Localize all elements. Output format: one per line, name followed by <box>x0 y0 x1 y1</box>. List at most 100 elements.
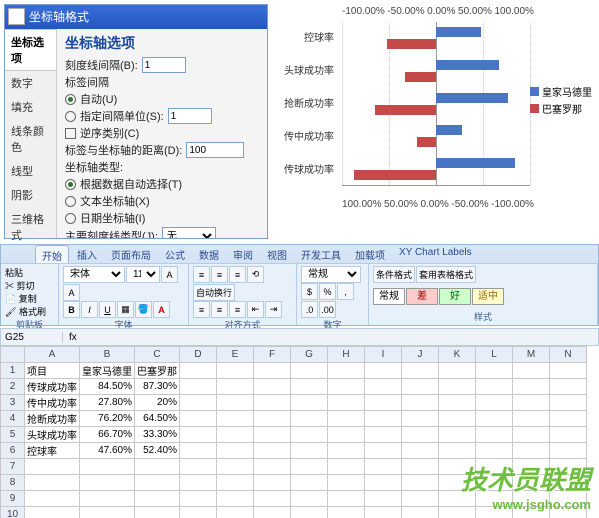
cell[interactable]: 52.40% <box>135 443 180 459</box>
cell[interactable] <box>439 427 476 443</box>
cell[interactable]: 传球成功率 <box>25 379 80 395</box>
align-mid-button[interactable]: ≡ <box>211 266 228 283</box>
cell[interactable] <box>550 443 587 459</box>
cell[interactable] <box>439 491 476 507</box>
cell[interactable]: 76.20% <box>80 411 135 427</box>
cell[interactable] <box>217 379 254 395</box>
cell[interactable] <box>550 491 587 507</box>
bar-segment[interactable] <box>436 27 481 37</box>
format-painter-button[interactable]: 格式刷 <box>19 307 46 317</box>
cell[interactable] <box>476 395 513 411</box>
cell[interactable]: 头球成功率 <box>25 427 80 443</box>
cell[interactable] <box>217 507 254 518</box>
radio-specify[interactable] <box>65 111 76 122</box>
cell-style-bad[interactable]: 差 <box>406 288 438 305</box>
cell[interactable] <box>550 411 587 427</box>
ribbon-tab-view[interactable]: 视图 <box>261 245 293 263</box>
radio-text-axis[interactable] <box>65 196 76 207</box>
cell[interactable] <box>25 475 80 491</box>
cell[interactable] <box>365 475 402 491</box>
cell[interactable] <box>180 491 217 507</box>
cell[interactable] <box>402 363 439 379</box>
cell[interactable] <box>180 395 217 411</box>
cell[interactable] <box>291 507 328 518</box>
cell[interactable] <box>550 363 587 379</box>
cell[interactable] <box>402 475 439 491</box>
cell[interactable] <box>402 395 439 411</box>
tick-interval-input[interactable] <box>142 57 186 73</box>
cell[interactable] <box>180 363 217 379</box>
cell[interactable] <box>25 491 80 507</box>
align-left-button[interactable]: ≡ <box>193 301 210 318</box>
cell[interactable] <box>439 379 476 395</box>
fill-color-button[interactable]: 🪣 <box>135 301 152 318</box>
cell[interactable] <box>402 507 439 518</box>
cell[interactable] <box>254 427 291 443</box>
cell[interactable] <box>254 475 291 491</box>
cell[interactable] <box>365 427 402 443</box>
cell[interactable] <box>550 459 587 475</box>
cell[interactable] <box>328 379 365 395</box>
cell[interactable] <box>476 379 513 395</box>
cell[interactable]: 27.80% <box>80 395 135 411</box>
cell[interactable] <box>513 427 550 443</box>
radio-date-axis[interactable] <box>65 213 76 224</box>
cell[interactable] <box>217 411 254 427</box>
cell[interactable] <box>180 443 217 459</box>
bar-segment[interactable] <box>436 93 508 103</box>
ribbon-tab-insert[interactable]: 插入 <box>71 245 103 263</box>
cell[interactable] <box>328 459 365 475</box>
fx-icon[interactable]: fx <box>63 332 83 343</box>
cell[interactable] <box>80 459 135 475</box>
tab-3d[interactable]: 三维格式 <box>5 207 56 247</box>
cell[interactable] <box>80 475 135 491</box>
cell[interactable] <box>550 427 587 443</box>
cell[interactable] <box>217 459 254 475</box>
cell-style-good[interactable]: 好 <box>439 288 471 305</box>
cell[interactable] <box>217 475 254 491</box>
cell[interactable] <box>476 363 513 379</box>
cell[interactable] <box>365 411 402 427</box>
align-right-button[interactable]: ≡ <box>229 301 246 318</box>
cell[interactable] <box>402 459 439 475</box>
cell[interactable] <box>439 443 476 459</box>
cell[interactable] <box>476 427 513 443</box>
shrink-font-button[interactable]: A <box>63 284 80 301</box>
cell[interactable] <box>550 379 587 395</box>
cell[interactable] <box>254 379 291 395</box>
cell[interactable] <box>217 363 254 379</box>
bar-segment[interactable] <box>354 170 436 180</box>
cell[interactable] <box>80 491 135 507</box>
cell[interactable] <box>180 507 217 518</box>
tab-axis-options[interactable]: 坐标选项 <box>5 29 56 71</box>
cell[interactable] <box>513 443 550 459</box>
cell[interactable] <box>513 379 550 395</box>
radio-by-data[interactable] <box>65 179 76 190</box>
cell[interactable] <box>402 379 439 395</box>
underline-button[interactable]: U <box>99 301 116 318</box>
cell[interactable] <box>550 395 587 411</box>
font-name-select[interactable]: 宋体 <box>63 266 125 283</box>
cell[interactable] <box>439 363 476 379</box>
specify-input[interactable] <box>168 108 212 124</box>
cell[interactable] <box>180 411 217 427</box>
dec-dec-button[interactable]: .00 <box>319 301 336 318</box>
grid-table[interactable]: ABCDEFGHIJKLMN1项目皇家马德里巴塞罗那2传球成功率84.50%87… <box>0 346 587 518</box>
ribbon-tab-layout[interactable]: 页面布局 <box>105 245 157 263</box>
cell[interactable] <box>439 395 476 411</box>
bold-button[interactable]: B <box>63 301 80 318</box>
cell[interactable] <box>180 427 217 443</box>
cell[interactable] <box>439 459 476 475</box>
cell[interactable] <box>254 491 291 507</box>
cell[interactable] <box>254 363 291 379</box>
worksheet[interactable]: ABCDEFGHIJKLMN1项目皇家马德里巴塞罗那2传球成功率84.50%87… <box>0 346 599 518</box>
cell[interactable] <box>402 491 439 507</box>
cell[interactable]: 33.30% <box>135 427 180 443</box>
cell[interactable] <box>291 491 328 507</box>
cell[interactable] <box>365 491 402 507</box>
bar-segment[interactable] <box>387 39 436 49</box>
grow-font-button[interactable]: A <box>161 266 178 283</box>
cell[interactable]: 87.30% <box>135 379 180 395</box>
align-center-button[interactable]: ≡ <box>211 301 228 318</box>
cell[interactable] <box>217 395 254 411</box>
